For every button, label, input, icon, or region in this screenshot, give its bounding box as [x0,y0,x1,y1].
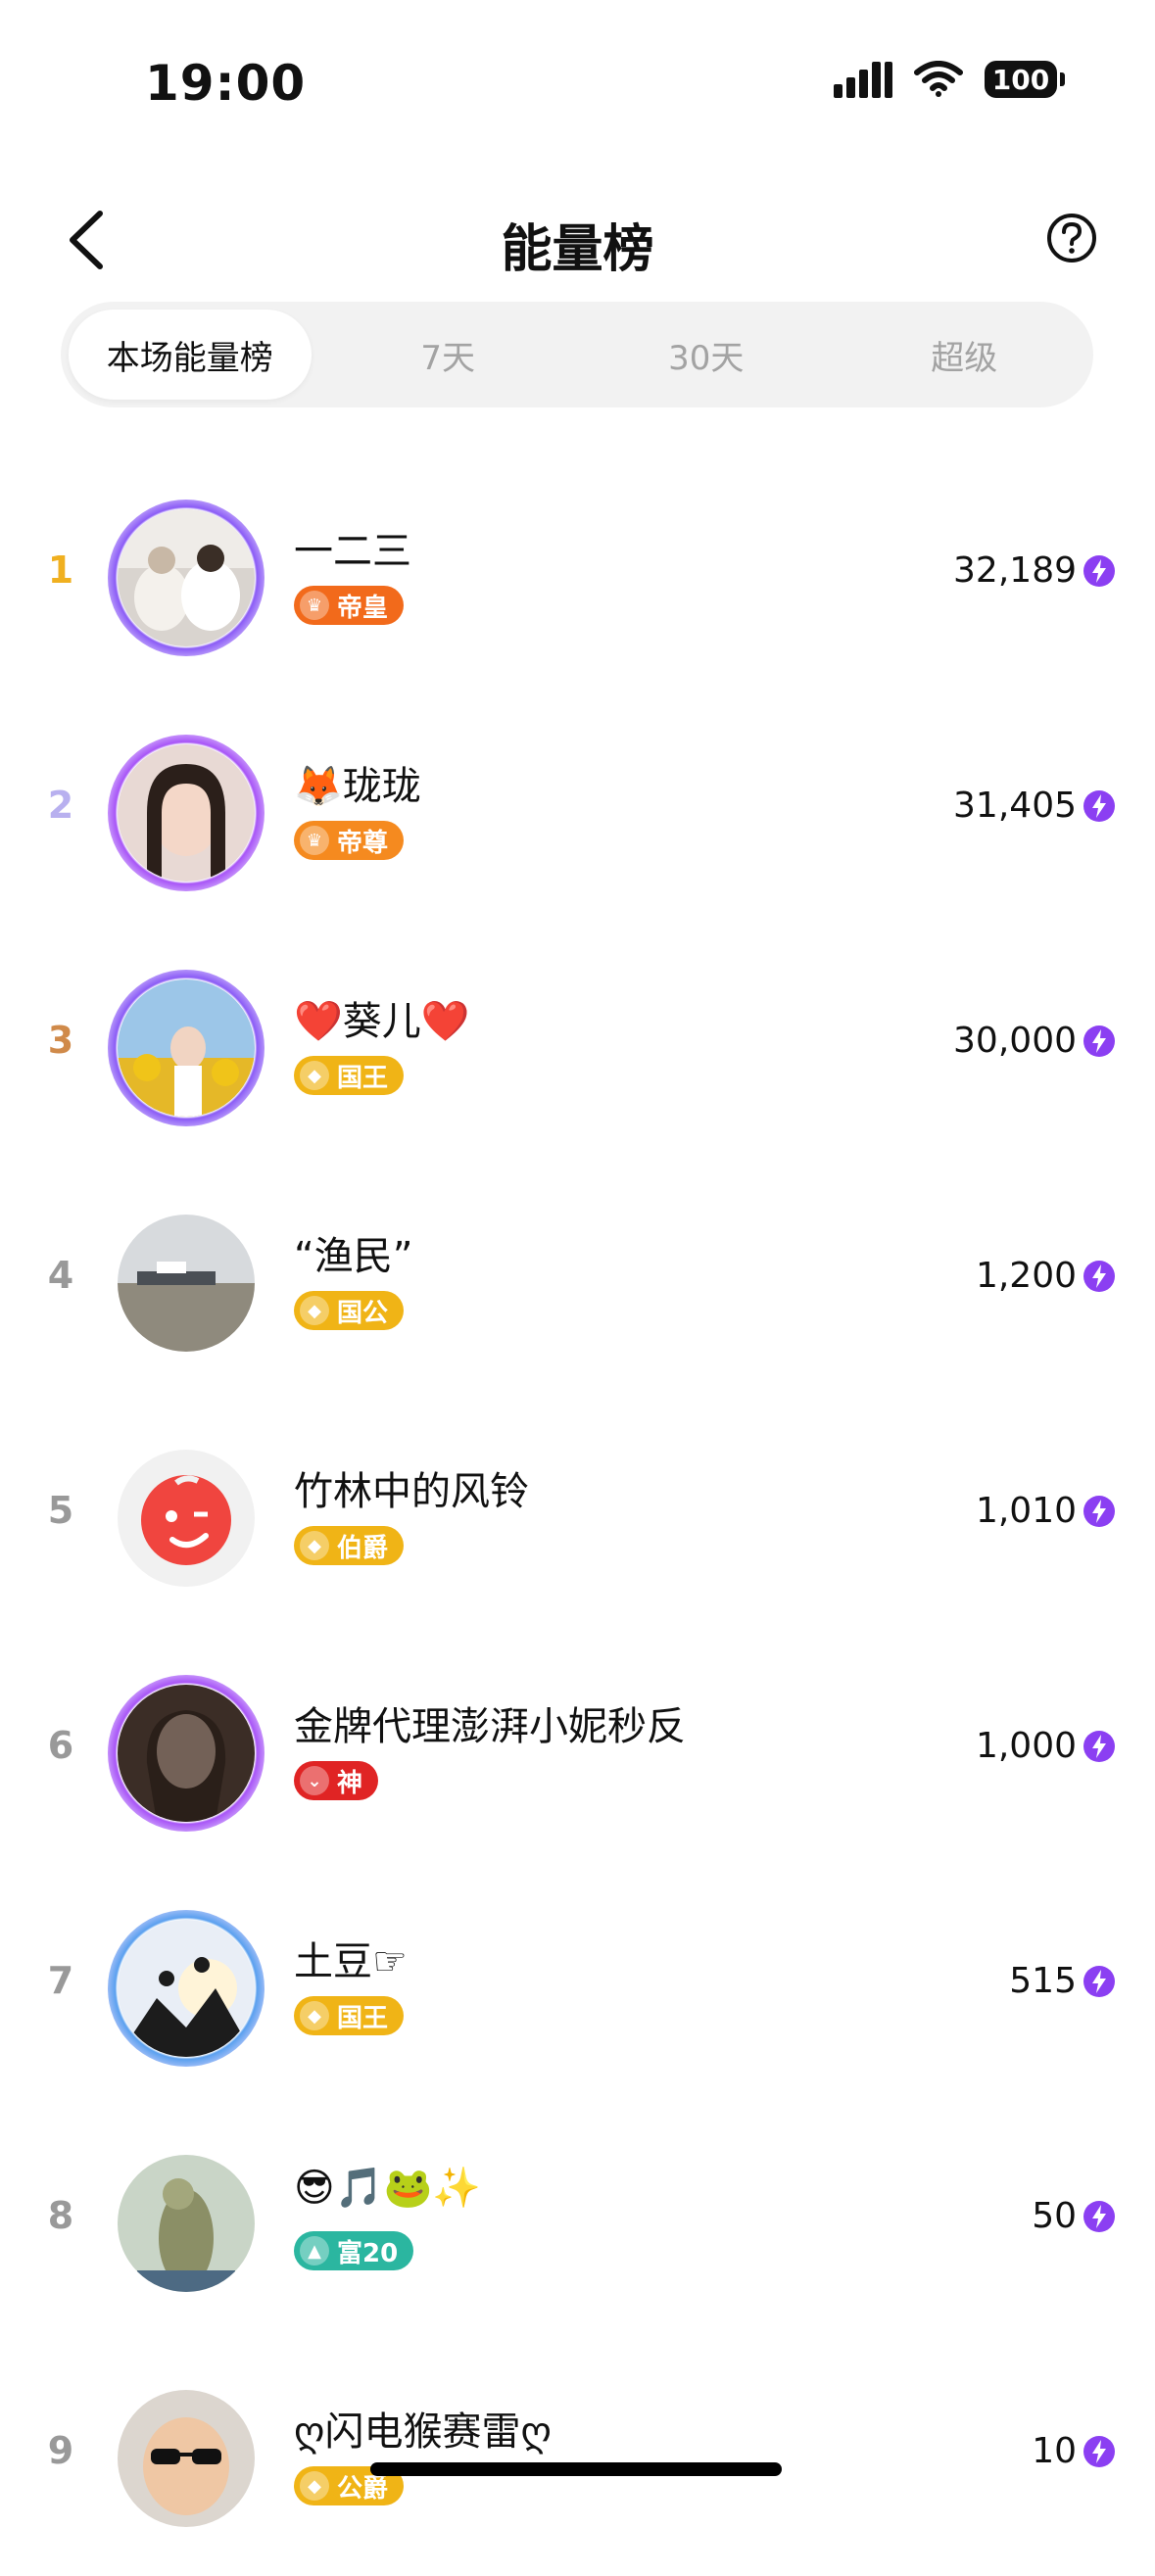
list-item[interactable]: 8 😎🎵🐸✨ ▲ 富20 50 [0,2106,1155,2341]
level-badge: ◆ 伯爵 [294,1526,405,1565]
battery-indicator: 100 [985,61,1065,98]
wifi-icon [914,61,963,97]
avatar[interactable] [108,2145,265,2302]
list-item[interactable]: 9 ღ闪电猴赛雷ღ ◆ 公爵 10 [0,2341,1155,2576]
level-badge: ◆ 国王 [294,1056,405,1095]
rank-number: 5 [47,1489,74,1532]
status-icons: 100 [834,61,1065,98]
user-name: 土豆☞ [294,1939,408,1984]
status-bar: 19:00 100 [0,0,1155,157]
lightning-bolt-icon [1083,2436,1115,2467]
ranking-tabs: 本场能量榜 7天 30天 超级 [61,302,1093,407]
list-item[interactable]: 1 一二三 ♛ 帝皇 32,189 [0,460,1155,695]
lightning-bolt-icon [1083,1966,1115,1997]
question-circle-icon[interactable] [1045,212,1098,264]
rank-number: 1 [47,549,74,592]
lightning-bolt-icon [1083,1731,1115,1762]
home-indicator [370,2462,782,2476]
tab-super[interactable]: 超级 [843,310,1086,400]
avatar[interactable] [108,1910,265,2067]
user-name: 竹林中的风铃 [294,1469,529,1514]
rank-number: 9 [47,2429,74,2472]
user-name: ❤️葵儿❤️ [294,999,470,1044]
list-item[interactable]: 6 金牌代理澎湃小妮秒反 ⌄ 神 1,000 [0,1636,1155,1871]
avatar[interactable] [108,2380,265,2537]
rank-number: 6 [47,1724,74,1767]
badge-icon: ◆ [300,2001,329,2030]
list-item[interactable]: 5 竹林中的风铃 ◆ 伯爵 1,010 [0,1401,1155,1636]
tab-30-days[interactable]: 30天 [585,310,828,400]
rank-number: 8 [47,2194,74,2237]
rank-number: 2 [47,784,74,827]
energy-score: 50 [1032,2196,1077,2236]
badge-icon: ♛ [300,591,329,620]
badge-icon: ◆ [300,1061,329,1090]
list-item[interactable]: 3 ❤️葵儿❤️ ◆ 国王 30,000 [0,930,1155,1166]
cellular-signal-icon [834,62,892,98]
energy-score: 1,200 [975,1256,1077,1296]
page-title: 能量榜 [501,220,654,279]
list-item[interactable]: 4 “渔民” ◆ 国公 1,200 [0,1166,1155,1401]
user-name: “渔民” [294,1234,413,1279]
avatar[interactable] [108,1675,265,1832]
energy-score: 30,000 [953,1021,1077,1061]
level-badge: ⌄ 神 [294,1761,379,1800]
badge-icon: ⌄ [300,1766,329,1795]
avatar[interactable] [108,1205,265,1361]
energy-score: 10 [1032,2431,1077,2471]
avatar[interactable] [108,1440,265,1597]
level-badge: ◆ 国王 [294,1996,405,2035]
avatar[interactable] [108,500,265,656]
tab-7-days[interactable]: 7天 [327,310,570,400]
energy-score: 31,405 [953,786,1077,826]
user-name: 🦊珑珑 [294,764,421,809]
list-item[interactable]: 2 🦊珑珑 ♛ 帝尊 31,405 [0,695,1155,930]
user-name: ღ闪电猴赛雷ღ [294,2409,552,2455]
list-item[interactable]: 7 土豆☞ ◆ 国王 515 [0,1871,1155,2106]
rank-number: 4 [47,1254,74,1297]
user-name: 金牌代理澎湃小妮秒反 [294,1704,686,1749]
user-name: 一二三 [294,529,411,574]
energy-score: 1,010 [975,1491,1077,1531]
lightning-bolt-icon [1083,555,1115,587]
rank-number: 7 [47,1959,74,2002]
user-name: 😎🎵🐸✨ [294,2166,482,2211]
badge-icon: ♛ [300,826,329,855]
badge-icon: ◆ [300,1296,329,1325]
lightning-bolt-icon [1083,1026,1115,1057]
avatar[interactable] [108,735,265,891]
rank-number: 3 [47,1019,74,1062]
tab-current-session[interactable]: 本场能量榜 [69,310,312,400]
level-badge: ♛ 帝皇 [294,586,405,625]
lightning-bolt-icon [1083,2201,1115,2232]
navigation-bar: 能量榜 [0,186,1155,294]
status-time: 19:00 [145,55,307,112]
level-badge: ▲ 富20 [294,2231,414,2270]
energy-score: 515 [1009,1961,1077,2001]
energy-score: 1,000 [975,1726,1077,1766]
energy-score: 32,189 [953,550,1077,591]
level-badge: ◆ 国公 [294,1291,405,1330]
badge-icon: ◆ [300,2471,329,2501]
badge-icon: ▲ [300,2236,329,2266]
level-badge: ♛ 帝尊 [294,821,405,860]
lightning-bolt-icon [1083,1496,1115,1527]
lightning-bolt-icon [1083,1261,1115,1292]
ranking-list: 1 一二三 ♛ 帝皇 32,189 2 🦊珑珑 ♛ 帝尊 31,405 3 ❤️葵儿… [0,460,1155,2576]
lightning-bolt-icon [1083,790,1115,822]
avatar[interactable] [108,970,265,1126]
badge-icon: ◆ [300,1531,329,1560]
